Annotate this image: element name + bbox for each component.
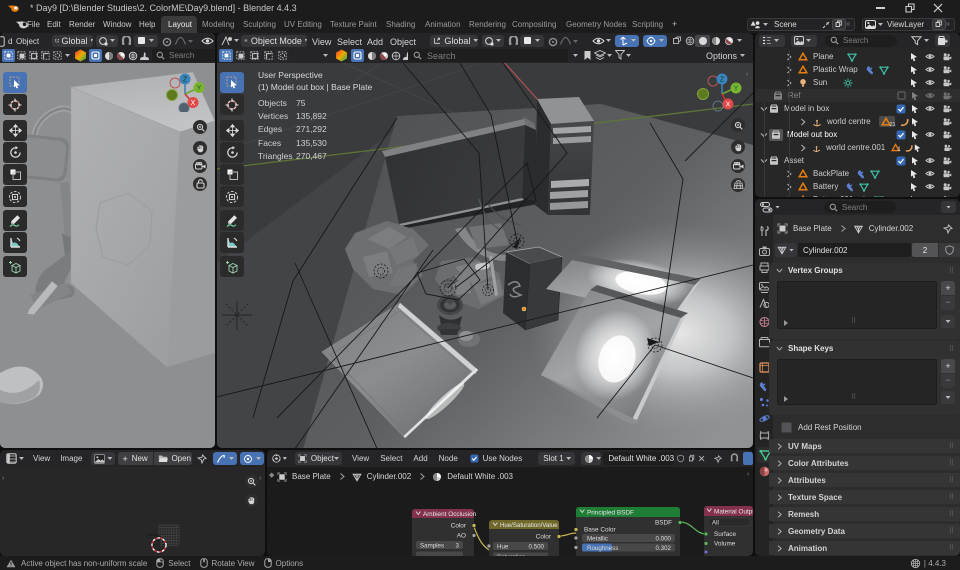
svg-text:X: X	[726, 102, 731, 109]
svg-text:All: All	[712, 519, 719, 526]
svg-text:Roughness: Roughness	[587, 545, 618, 552]
svg-text:0.302: 0.302	[656, 545, 672, 552]
svg-text:0.000: 0.000	[656, 535, 672, 542]
svg-text:3: 3	[456, 542, 460, 549]
svg-text:X: X	[191, 100, 196, 107]
svg-text:Color: Color	[536, 534, 552, 541]
svg-text:BSDF: BSDF	[655, 520, 672, 527]
svg-text:Y: Y	[197, 85, 202, 92]
svg-text:Ambient Occlusion: Ambient Occlusion	[423, 511, 477, 518]
svg-text:0.500: 0.500	[529, 543, 545, 550]
svg-text:Color: Color	[451, 523, 467, 530]
svg-text:Principled BSDF: Principled BSDF	[587, 510, 634, 517]
svg-text:Y: Y	[734, 86, 739, 93]
svg-text:Hue/Saturation/Value: Hue/Saturation/Value	[500, 522, 558, 529]
svg-text:Samples: Samples	[420, 542, 444, 549]
svg-text:AO: AO	[457, 533, 466, 540]
svg-text:Z: Z	[183, 77, 188, 84]
svg-text:Surface: Surface	[714, 531, 736, 538]
svg-text:Material Output: Material Output	[714, 509, 753, 516]
svg-text:Hue: Hue	[497, 543, 509, 550]
svg-text:Base Color: Base Color	[584, 527, 616, 534]
svg-text:Volume: Volume	[714, 541, 736, 548]
svg-text:Metallic: Metallic	[587, 535, 608, 542]
svg-text:Z: Z	[720, 77, 725, 84]
